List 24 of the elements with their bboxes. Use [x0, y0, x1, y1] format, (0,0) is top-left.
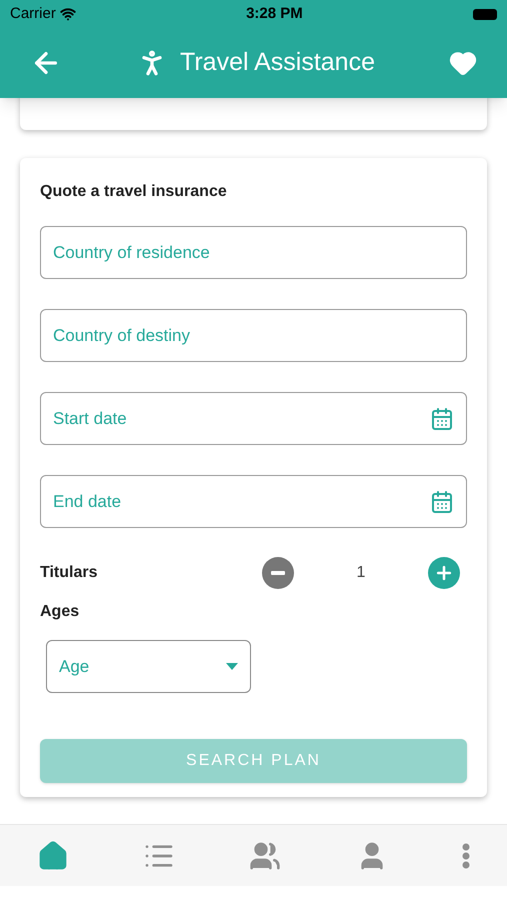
input-field[interactable]: Country of destiny: [40, 309, 467, 362]
input-field[interactable]: Country of residence: [40, 226, 467, 279]
carrier-label: Carrier: [10, 4, 56, 24]
home-icon: [37, 840, 70, 872]
increment-button[interactable]: [428, 557, 460, 589]
plus-icon: [434, 563, 454, 583]
input-field[interactable]: Start date: [40, 392, 467, 445]
wifi-icon: [60, 6, 76, 22]
calendar-icon: [430, 406, 454, 430]
more-icon: [462, 842, 470, 868]
titulars-count: 1: [356, 563, 366, 583]
calendar-icon: [430, 490, 454, 514]
page-title: Travel Assistance: [180, 47, 375, 78]
ages-label: Ages: [40, 602, 80, 622]
input-field[interactable]: End date: [40, 475, 467, 528]
titulars-label: Titulars: [40, 563, 98, 583]
battery-icon: [472, 8, 497, 20]
minus-icon: [271, 571, 285, 575]
group-icon: [249, 840, 282, 872]
form-title: Quote a travel insurance: [40, 182, 228, 202]
favorite-button[interactable]: [448, 49, 477, 77]
caret-icon: [226, 663, 238, 670]
status-time: 3:28 PM: [246, 4, 303, 24]
age-select[interactable]: Age: [46, 640, 251, 693]
